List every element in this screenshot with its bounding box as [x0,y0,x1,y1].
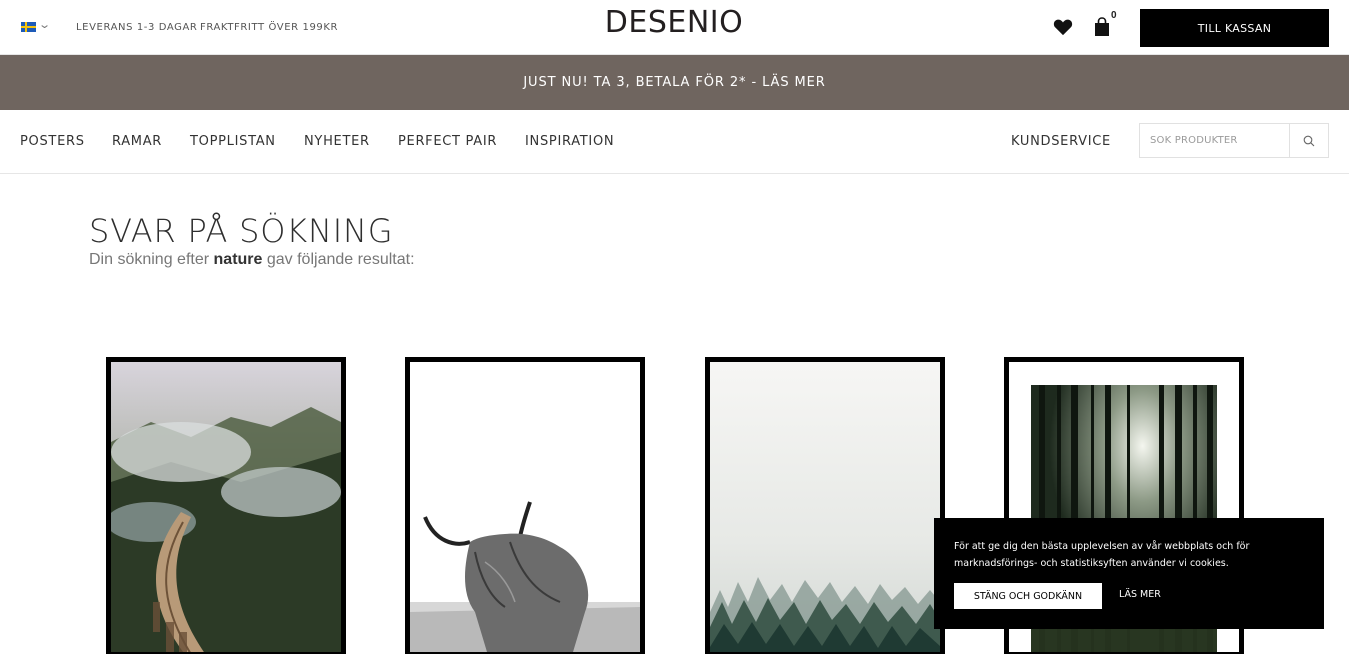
logo[interactable]: DESENIO [574,5,774,40]
free-shipping-info: FRAKTFRITT ÖVER 199KR [200,22,339,33]
product-card[interactable] [106,357,346,654]
cookie-banner: För att ge dig den bästa upplevelsen av … [934,518,1324,629]
delivery-info: LEVERANS 1-3 DAGAR [76,22,198,33]
nav-item-inspiration[interactable]: INSPIRATION [525,134,614,149]
product-card[interactable] [705,357,945,654]
promo-banner[interactable]: JUST NU! TA 3, BETALA FÖR 2* - LÄS MER [0,55,1349,110]
shopping-bag-icon[interactable] [1094,17,1110,37]
nav-item-ramar[interactable]: RAMAR [112,134,162,149]
cookie-accept-button[interactable]: STÄNG OCH GODKÄNN [954,583,1102,609]
search-icon [1303,135,1315,146]
nav-item-topplistan[interactable]: TOPPLISTAN [190,134,276,149]
search-box [1139,123,1329,158]
foggy-forest-poster[interactable] [710,362,940,654]
nav-item-posters[interactable]: POSTERS [20,134,85,149]
nav-item-nyheter[interactable]: NYHETER [304,134,370,149]
checkout-button[interactable]: TILL KASSAN [1140,9,1329,47]
product-card[interactable] [405,357,645,654]
highland-cow-poster[interactable] [410,362,640,654]
search-query: nature [213,251,263,268]
top-bar: ⌄ LEVERANS 1-3 DAGAR FRAKTFRITT ÖVER 199… [0,0,1349,55]
sweden-flag-icon[interactable] [21,22,36,32]
cookie-read-more-link[interactable]: LÄS MER [1119,589,1161,600]
main-nav: POSTERS RAMAR TOPPLISTAN NYHETER PERFECT… [0,110,1349,174]
search-summary-suffix: gav följande resultat: [262,251,415,268]
nav-item-kundservice[interactable]: KUNDSERVICE [1011,134,1111,149]
misty-railway-bridge-poster[interactable] [111,362,341,654]
nav-item-perfect-pair[interactable]: PERFECT PAIR [398,134,497,149]
chevron-down-icon[interactable]: ⌄ [38,18,51,31]
cart-count-badge: 0 [1111,10,1117,21]
page-title: SVAR PÅ SÖKNING [89,212,394,250]
search-button[interactable] [1289,124,1328,157]
search-summary-prefix: Din sökning efter [89,251,214,268]
cookie-text: För att ge dig den bästa upplevelsen av … [954,541,1250,569]
heart-icon[interactable] [1053,18,1073,36]
promo-text[interactable]: JUST NU! TA 3, BETALA FÖR 2* - LÄS MER [523,75,825,90]
search-input[interactable] [1140,124,1289,157]
search-summary: Din sökning efter nature gav följande re… [89,251,415,269]
